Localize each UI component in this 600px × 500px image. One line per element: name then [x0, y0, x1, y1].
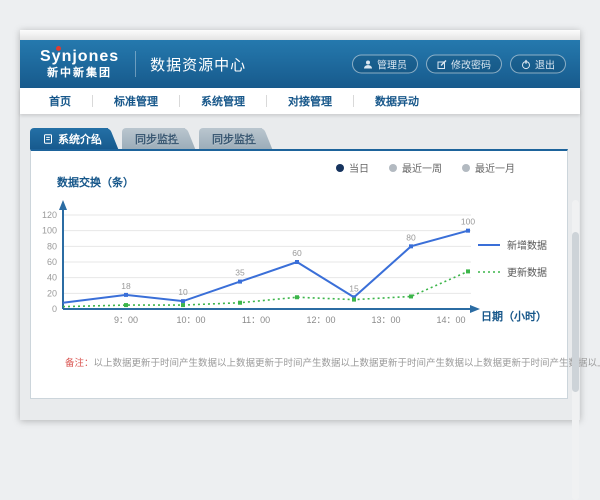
svg-text:18: 18: [121, 281, 131, 291]
svg-text:20: 20: [47, 288, 57, 298]
filter-last-week[interactable]: 最近一周: [389, 160, 442, 175]
logout-icon: [521, 59, 531, 69]
radio-unselected-icon: [462, 164, 470, 172]
legend-item-updated-data: 更新数据: [478, 264, 547, 279]
svg-text:0: 0: [52, 304, 57, 314]
footnote: 备注：以上数据更新于时间产生数据以上数据更新于时间产生数据以上数据更新于时间产生…: [65, 355, 600, 369]
svg-text:60: 60: [292, 248, 302, 258]
time-range-filters: 当日 最近一周 最近一月: [336, 160, 515, 175]
tab-bar: 系统介绍 同步监控 同步监控: [30, 128, 276, 149]
footnote-text: 以上数据更新于时间产生数据以上数据更新于时间产生数据以上数据更新于时间产生数据以…: [94, 358, 600, 369]
svg-text:80: 80: [47, 241, 57, 251]
radio-selected-icon: [336, 164, 344, 172]
app-title: 数据资源中心: [150, 54, 246, 75]
y-axis-title: 数据交换（条）: [57, 174, 134, 190]
change-password-button[interactable]: 修改密码: [426, 55, 502, 74]
nav-item-interface-mgmt[interactable]: 对接管理: [267, 93, 353, 109]
edit-icon: [437, 59, 447, 69]
tab-label: 系统介绍: [58, 131, 102, 147]
nav-item-data-change[interactable]: 数据异动: [354, 93, 440, 109]
change-password-label: 修改密码: [451, 57, 491, 72]
chart-legend: 新增数据 更新数据: [478, 237, 547, 291]
svg-text:13：00: 13：00: [371, 315, 400, 325]
svg-text:10：00: 10：00: [176, 315, 205, 325]
document-icon: [43, 134, 53, 144]
nav-item-home[interactable]: 首页: [28, 93, 92, 109]
svg-text:40: 40: [47, 273, 57, 283]
chart-panel: 当日 最近一周 最近一月 数据交换（条） 0 20 40 60 80 100 120 9：00…: [30, 149, 568, 399]
tab-system-intro[interactable]: 系统介绍: [30, 128, 108, 149]
admin-user-button[interactable]: 管理员: [352, 55, 418, 74]
main-nav: 首页 标准管理 系统管理 对接管理 数据异动: [20, 88, 580, 114]
svg-text:80: 80: [406, 232, 416, 242]
logo-wordmark: Synjones: [40, 48, 119, 65]
logo-red-dot-icon: [56, 46, 61, 51]
header-divider: [135, 51, 136, 77]
logo-text: Synjones: [40, 49, 119, 65]
tab-label: 同步监控: [212, 131, 256, 147]
logo-subtext: 新中新集团: [40, 68, 119, 79]
scrollbar-thumb[interactable]: [572, 232, 579, 392]
svg-text:100: 100: [461, 217, 475, 227]
legend-dotted-line-icon: [478, 269, 500, 275]
nav-item-standard-mgmt[interactable]: 标准管理: [93, 93, 179, 109]
x-axis-title: 日期（小时）: [481, 308, 547, 324]
svg-text:60: 60: [47, 257, 57, 267]
user-actions: 管理员 修改密码 退出: [352, 55, 566, 74]
tab-sync-monitor-1[interactable]: 同步监控: [122, 128, 185, 149]
filter-label: 最近一周: [402, 160, 442, 175]
svg-text:11：00: 11：00: [242, 315, 270, 325]
filter-label: 当日: [349, 160, 369, 175]
svg-text:120: 120: [42, 210, 57, 220]
legend-label: 更新数据: [507, 264, 547, 279]
legend-item-new-data: 新增数据: [478, 237, 547, 252]
filter-label: 最近一月: [475, 160, 515, 175]
browser-top-strip: [20, 30, 580, 40]
tab-sync-monitor-2[interactable]: 同步监控: [199, 128, 262, 149]
legend-label: 新增数据: [507, 237, 547, 252]
nav-item-system-mgmt[interactable]: 系统管理: [180, 93, 266, 109]
footnote-label: 备注：: [65, 358, 94, 369]
filter-today[interactable]: 当日: [336, 160, 369, 175]
legend-solid-line-icon: [478, 242, 500, 248]
logout-button[interactable]: 退出: [510, 55, 566, 74]
content-area: 系统介绍 同步监控 同步监控 当日 最近一周: [20, 114, 580, 420]
svg-text:35: 35: [235, 268, 245, 278]
svg-text:12：00: 12：00: [306, 315, 335, 325]
radio-unselected-icon: [389, 164, 397, 172]
filter-last-month[interactable]: 最近一月: [462, 160, 515, 175]
admin-user-label: 管理员: [377, 57, 407, 72]
app-header: Synjones 新中新集团 数据资源中心 管理员 修改密码: [20, 40, 580, 88]
svg-text:14：00: 14：00: [436, 315, 465, 325]
logout-label: 退出: [535, 57, 555, 72]
logo: Synjones 新中新集团: [40, 49, 119, 79]
svg-text:9：00: 9：00: [114, 315, 138, 325]
user-icon: [363, 59, 373, 69]
tab-label: 同步监控: [135, 131, 179, 147]
svg-text:100: 100: [42, 226, 57, 236]
app-window: Synjones 新中新集团 数据资源中心 管理员 修改密码: [20, 30, 580, 420]
svg-text:15: 15: [349, 283, 359, 293]
svg-text:10: 10: [178, 287, 188, 297]
line-chart: 0 20 40 60 80 100 120 9：00 10：00 11：00 12：00 13：00 1…: [31, 191, 491, 341]
